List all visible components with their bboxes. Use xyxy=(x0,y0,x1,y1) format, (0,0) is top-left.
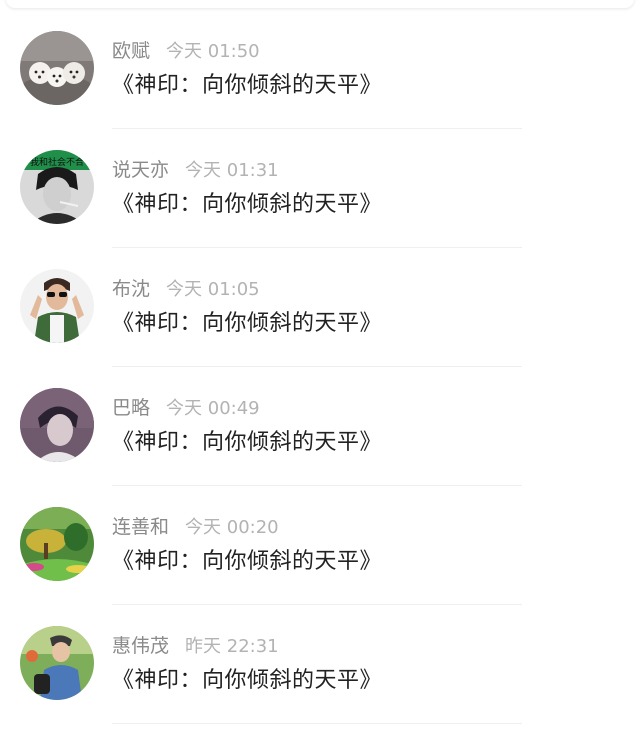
smoking-man-avatar-icon[interactable]: 我和社会不合 xyxy=(20,150,94,224)
comment-text: 《神印：向你倾斜的天平》 xyxy=(112,192,383,217)
comment-text: 《神印：向你倾斜的天平》 xyxy=(112,668,383,693)
woman-outdoors-avatar-icon[interactable] xyxy=(20,626,94,700)
comment-time: 今天 01:05 xyxy=(166,279,260,300)
author-name[interactable]: 巴略 xyxy=(112,397,150,419)
divider xyxy=(112,723,522,724)
puppies-avatar-icon[interactable] xyxy=(20,31,94,105)
comment-item[interactable]: 我和社会不合 说天亦 今天 01:31 《神印：向你倾斜的天平》 xyxy=(0,119,640,248)
comment-author[interactable]: 巴略 今天 00:49 xyxy=(112,395,260,422)
comment-item[interactable]: 连善和 今天 00:20 《神印：向你倾斜的天平》 xyxy=(0,476,640,605)
comment-item[interactable]: 巴略 今天 00:49 《神印：向你倾斜的天平》 xyxy=(0,357,640,486)
author-name[interactable]: 布沈 xyxy=(112,278,150,300)
comment-item[interactable]: 布沈 今天 01:05 《神印：向你倾斜的天平》 xyxy=(0,238,640,367)
comment-author[interactable]: 布沈 今天 01:05 xyxy=(112,276,260,303)
avatar-caption: 我和社会不合 xyxy=(30,156,84,168)
comment-text: 《神印：向你倾斜的天平》 xyxy=(112,430,383,455)
comment-time: 今天 01:31 xyxy=(185,160,279,181)
portrait-avatar-icon[interactable] xyxy=(20,388,94,462)
comment-author[interactable]: 连善和 今天 00:20 xyxy=(112,514,279,541)
comment-author[interactable]: 说天亦 今天 01:31 xyxy=(112,157,279,184)
sunglasses-man-avatar-icon[interactable] xyxy=(20,269,94,343)
author-name[interactable]: 欧赋 xyxy=(112,40,150,62)
comment-time: 今天 00:20 xyxy=(185,517,279,538)
garden-avatar-icon[interactable] xyxy=(20,507,94,581)
comment-item[interactable]: 欧赋 今天 01:50 《神印：向你倾斜的天平》 xyxy=(0,0,640,129)
author-name[interactable]: 说天亦 xyxy=(112,159,169,181)
comment-text: 《神印：向你倾斜的天平》 xyxy=(112,311,383,336)
comment-time: 今天 01:50 xyxy=(166,41,260,62)
comment-text: 《神印：向你倾斜的天平》 xyxy=(112,549,383,574)
comment-text: 《神印：向你倾斜的天平》 xyxy=(112,73,383,98)
author-name[interactable]: 连善和 xyxy=(112,516,169,538)
author-name[interactable]: 惠伟茂 xyxy=(112,635,169,657)
comment-time: 昨天 22:31 xyxy=(185,636,279,657)
comment-time: 今天 00:49 xyxy=(166,398,260,419)
comment-author[interactable]: 惠伟茂 昨天 22:31 xyxy=(112,633,279,660)
comment-item[interactable]: 惠伟茂 昨天 22:31 《神印：向你倾斜的天平》 xyxy=(0,595,640,724)
comment-author[interactable]: 欧赋 今天 01:50 xyxy=(112,38,260,65)
